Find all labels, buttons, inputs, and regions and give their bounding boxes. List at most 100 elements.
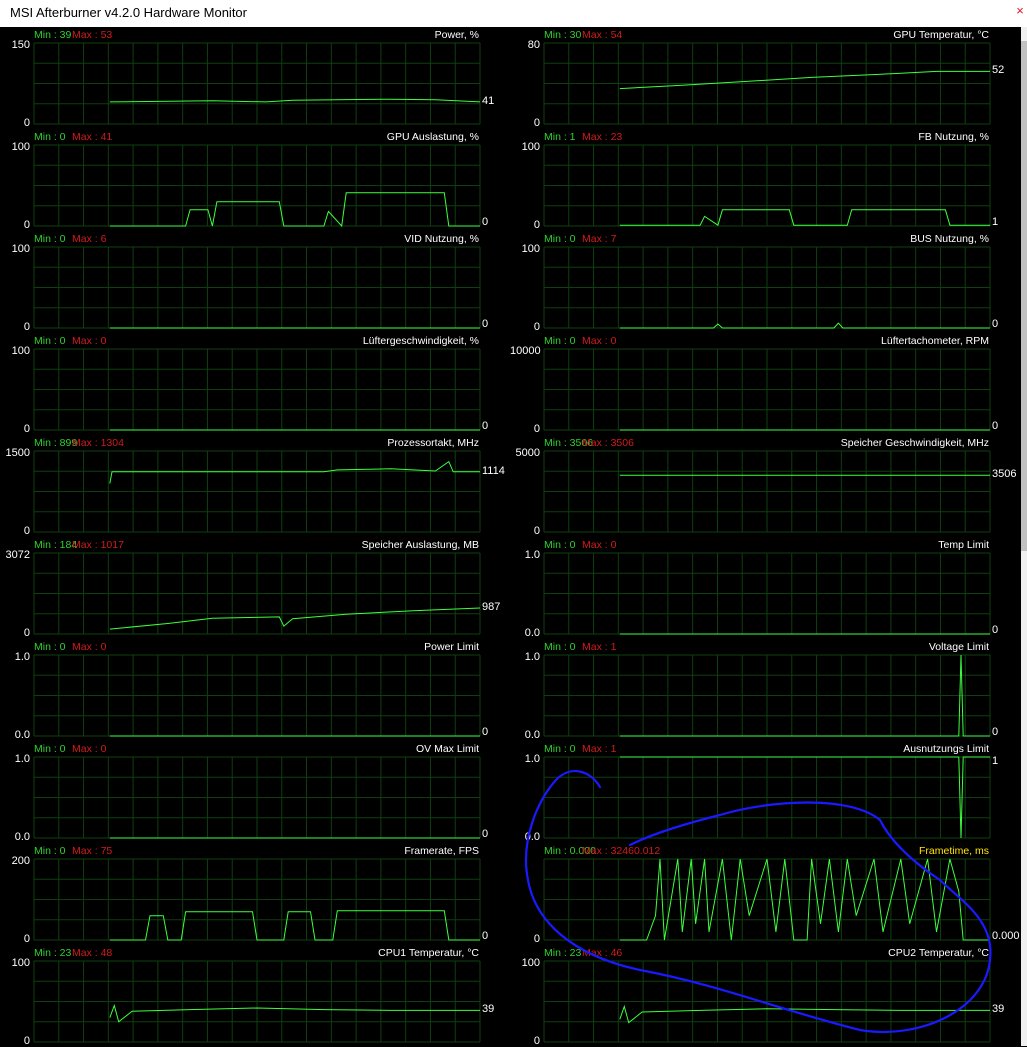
graph-panel: Min : 30 Max : 54 GPU Temperatur, °C 80 0 52 — [510, 27, 1019, 129]
graph-max: Max : 41 — [72, 131, 113, 143]
graph-trace — [109, 910, 480, 941]
title-bar[interactable]: MSI Afterburner v4.2.0 Hardware Monitor … — [0, 0, 1027, 27]
graph-max: Max : 0 — [582, 335, 617, 347]
graph-current-value: 1114 — [482, 464, 505, 477]
y-axis-min: 0 — [23, 423, 30, 435]
y-axis-max: 10000 — [510, 345, 541, 357]
graph-plot — [543, 552, 991, 635]
vertical-scrollbar[interactable] — [1021, 27, 1027, 1046]
graph-plot — [33, 42, 481, 125]
graph-panel: Min : 0 Max : 1 Voltage Limit 1.0 0.0 0 — [510, 639, 1019, 741]
y-axis-max: 1500 — [5, 447, 30, 459]
y-axis-max: 1.0 — [14, 651, 30, 663]
hardware-monitor: Min : 39 Max : 53 Power, % 150 0 41 Min : 30 Ma… — [0, 27, 1021, 1047]
graph-name: Prozessortakt, MHz — [387, 437, 479, 449]
graph-grid — [543, 246, 991, 329]
graph-plot — [543, 42, 991, 125]
graph-grid — [33, 348, 481, 431]
graph-current-value: 0 — [482, 828, 489, 840]
graph-min: Min : 899 — [34, 437, 78, 449]
graph-current-value: 0 — [482, 930, 489, 942]
graph-grid — [543, 858, 991, 941]
graph-plot — [33, 552, 481, 635]
graph-panel: Min : 0.000 Max : 32460.012 Frametime, ms 0… — [510, 843, 1020, 945]
graph-min: Min : 0 — [34, 641, 66, 653]
y-axis-min: 0 — [23, 321, 30, 333]
graph-min: Min : 0 — [34, 131, 66, 143]
graph-max: Max : 1017 — [72, 539, 124, 551]
graph-plot — [543, 858, 991, 941]
graph-min: Min : 39 — [34, 29, 72, 41]
graph-grid — [33, 858, 481, 941]
window-title: MSI Afterburner v4.2.0 Hardware Monitor — [10, 5, 247, 20]
graph-grid — [33, 144, 481, 227]
y-axis-min: 0 — [23, 117, 30, 129]
graph-max: Max : 3506 — [582, 437, 634, 449]
graph-current-value: 52 — [992, 64, 1005, 77]
graph-header: Min : 3506 Max : 3506 Speicher Geschwindig… — [510, 435, 1019, 449]
y-axis-min: 0 — [533, 525, 540, 537]
graph-trace — [109, 1003, 480, 1023]
y-axis-min: 0 — [533, 219, 540, 231]
scrollbar-thumb[interactable] — [1021, 41, 1027, 551]
graph-panel: Min : 0 Max : 0 Temp Limit 1.0 0.0 0 — [510, 537, 1019, 639]
graph-name: CPU2 Temperatur, °C — [888, 947, 989, 959]
graph-grid — [33, 42, 481, 125]
graph-header: Min : 0 Max : 6 VID Nutzung, % — [0, 231, 509, 245]
graph-header: Min : 23 Max : 48 CPU1 Temperatur, °C — [0, 945, 509, 959]
graph-panel: Min : 0 Max : 0 Power Limit 1.0 0.0 0 — [0, 639, 509, 741]
graph-min: Min : 23 — [34, 947, 72, 959]
graph-name: Ausnutzungs Limit — [903, 743, 989, 755]
graph-panel: Min : 0 Max : 6 VID Nutzung, % 100 0 0 — [0, 231, 509, 333]
graph-current-value: 39 — [482, 1003, 495, 1016]
y-axis-min: 0 — [23, 933, 30, 945]
y-axis-max: 200 — [11, 855, 30, 867]
graph-header: Min : 0 Max : 0 Power Limit — [0, 639, 509, 653]
graph-header: Min : 30 Max : 54 GPU Temperatur, °C — [510, 27, 1019, 41]
y-axis-max: 100 — [11, 957, 30, 969]
graph-min: Min : 0 — [34, 743, 66, 755]
graph-panel: Min : 23 Max : 46 CPU2 Temperatur, °C 100 0 3… — [510, 945, 1019, 1047]
graph-plot — [33, 348, 481, 431]
graph-name: Lüftertachometer, RPM — [881, 335, 989, 347]
graph-current-value: 1 — [992, 755, 999, 767]
y-axis-max: 150 — [11, 39, 30, 51]
y-axis-max: 1.0 — [524, 753, 540, 765]
graph-max: Max : 46 — [582, 947, 623, 959]
graph-header: Min : 0 Max : 0 Temp Limit — [510, 537, 1019, 551]
graph-grid — [543, 450, 991, 533]
graph-panel: Min : 0 Max : 0 Lüftergeschwindigkeit, % 10… — [0, 333, 509, 435]
graph-header: Min : 23 Max : 46 CPU2 Temperatur, °C — [510, 945, 1019, 959]
graph-grid — [543, 654, 991, 737]
graph-max: Max : 48 — [72, 947, 113, 959]
graph-panel: Min : 0 Max : 41 GPU Auslastung, % 100 0 0 — [0, 129, 509, 231]
graph-name: FB Nutzung, % — [918, 131, 989, 143]
graph-grid — [543, 348, 991, 431]
y-axis-max: 3072 — [5, 549, 30, 561]
graph-name: Power, % — [434, 29, 479, 41]
y-axis-max: 100 — [521, 141, 540, 153]
y-axis-max: 1.0 — [14, 753, 30, 765]
graph-current-value: 0.000 — [992, 930, 1020, 942]
graph-plot — [33, 450, 481, 533]
graph-min: Min : 23 — [544, 947, 582, 959]
graph-max: Max : 53 — [72, 29, 113, 41]
graph-min: Min : 0 — [544, 233, 576, 245]
graph-plot — [543, 960, 991, 1043]
graph-min: Min : 1 — [544, 131, 576, 143]
graph-max: Max : 6 — [72, 233, 107, 245]
graph-min: Min : 0 — [544, 641, 576, 653]
graph-current-value: 0 — [482, 726, 489, 738]
graph-plot — [543, 348, 991, 431]
y-axis-min: 0 — [533, 321, 540, 333]
y-axis-min: 0 — [533, 117, 540, 129]
graph-header: Min : 0 Max : 7 BUS Nutzung, % — [510, 231, 1019, 245]
graph-min: Min : 0 — [544, 743, 576, 755]
graph-panel: Min : 0 Max : 75 Framerate, FPS 200 0 0 — [0, 843, 509, 945]
graph-max: Max : 0 — [72, 641, 107, 653]
graph-grid — [33, 246, 481, 329]
y-axis-min: 0 — [533, 1035, 540, 1047]
graph-header: Min : 0 Max : 1 Ausnutzungs Limit — [510, 741, 1019, 755]
close-button[interactable]: × — [1013, 0, 1027, 27]
graph-grid — [33, 552, 481, 635]
